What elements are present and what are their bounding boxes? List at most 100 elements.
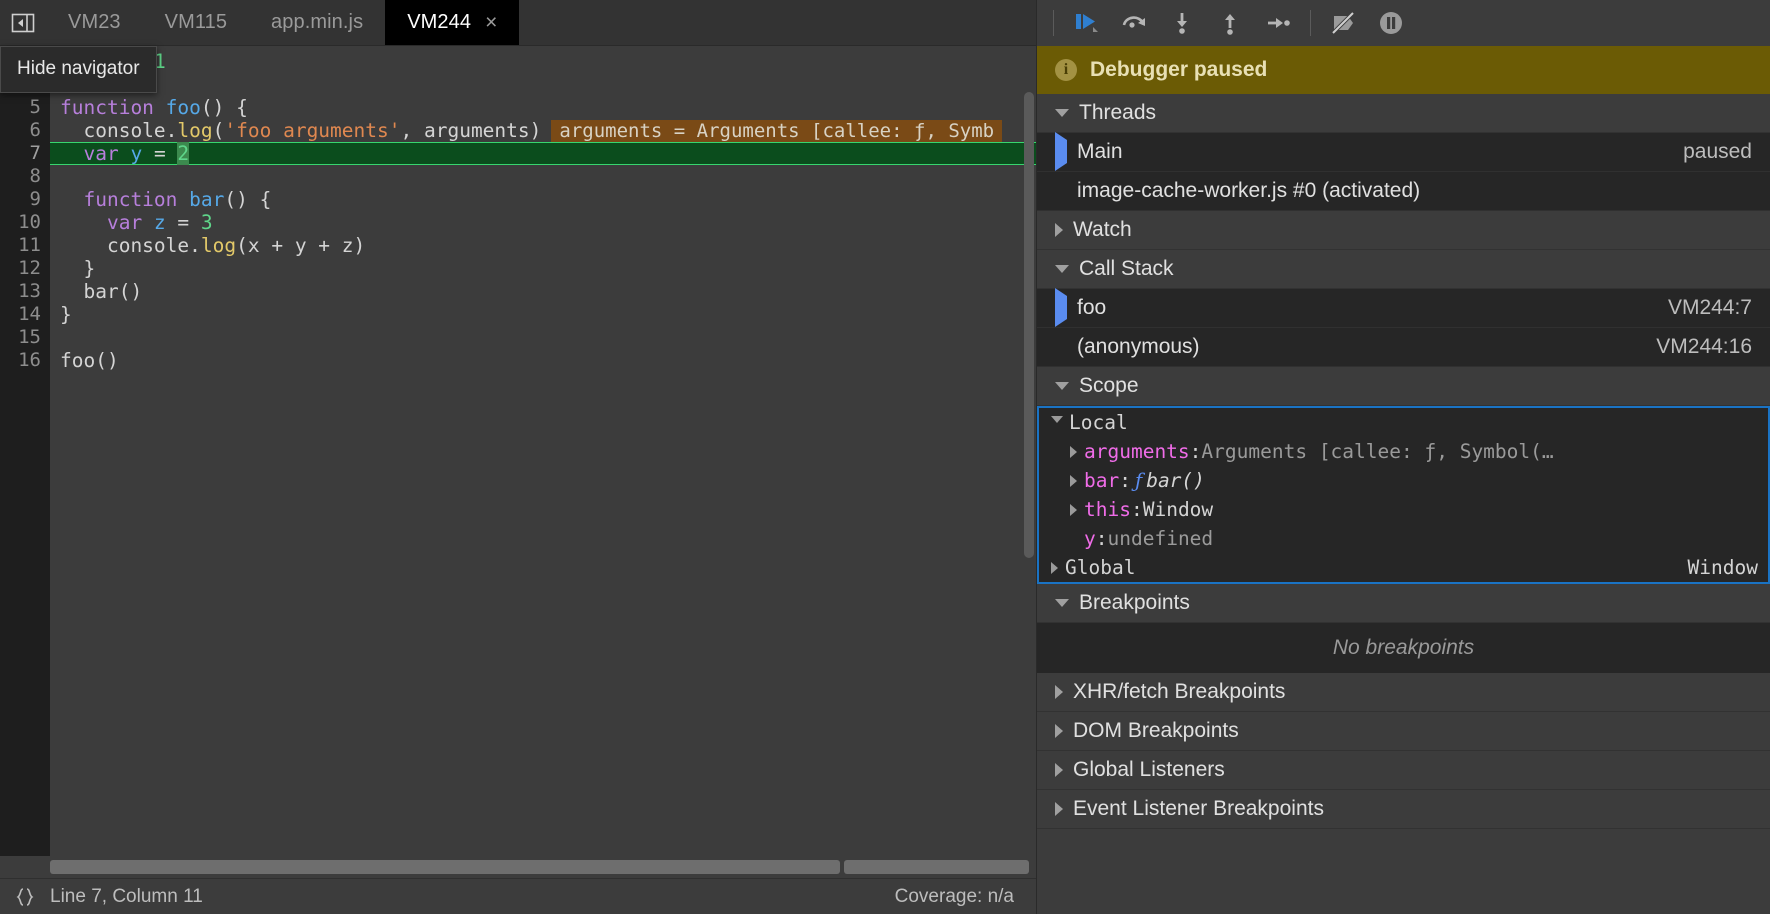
section-header-dom-breakpoints[interactable]: DOM Breakpoints (1037, 712, 1770, 751)
chevron-right-icon[interactable] (1070, 446, 1077, 458)
call-stack-frame-anonymous[interactable]: (anonymous) VM244:16 (1037, 328, 1770, 367)
scope-tree: Local arguments: Arguments [callee: ƒ, S… (1037, 406, 1770, 584)
inline-value-hint[interactable]: arguments = Arguments [callee: ƒ, Symb (551, 120, 1002, 143)
property-value: Window (1143, 498, 1213, 521)
section-header-threads[interactable]: Threads (1037, 94, 1770, 133)
source-tab-vm115[interactable]: VM115 (143, 0, 249, 45)
frame-name: (anonymous) (1077, 335, 1200, 359)
token-call: bar() (60, 280, 142, 303)
code-line-12: } (50, 257, 1036, 280)
section-header-watch[interactable]: Watch (1037, 211, 1770, 250)
section-title: Event Listener Breakpoints (1073, 797, 1324, 821)
line-number[interactable]: 8 (0, 165, 50, 188)
chevron-right-icon (1055, 763, 1063, 777)
sources-editor-pane: VM23 VM115 app.min.js VM244 × Hide navig… (0, 0, 1036, 914)
step-over-icon[interactable] (1110, 0, 1158, 46)
code-line-7-execution: var y = 2 (50, 142, 1036, 165)
section-title: Threads (1079, 101, 1156, 125)
property-name: arguments (1084, 440, 1190, 463)
section-header-call-stack[interactable]: Call Stack (1037, 250, 1770, 289)
chevron-right-icon[interactable] (1070, 475, 1077, 487)
thread-item-main[interactable]: Main paused (1037, 133, 1770, 172)
token-object: console. (60, 119, 177, 142)
chevron-right-icon (1055, 802, 1063, 816)
pause-on-exceptions-icon[interactable] (1367, 0, 1415, 46)
property-name: this (1084, 498, 1131, 521)
code-line-4 (50, 73, 1036, 96)
line-number[interactable]: 5 (0, 96, 50, 119)
source-tab-vm244[interactable]: VM244 × (385, 0, 519, 45)
line-number[interactable]: 6 (0, 119, 50, 142)
scope-property-arguments[interactable]: arguments: Arguments [callee: ƒ, Symbol(… (1039, 437, 1768, 466)
token-call: foo() (60, 349, 119, 372)
line-number[interactable]: 10 (0, 211, 50, 234)
code-editor[interactable]: 3 4 5 6 7 8 9 10 11 12 13 14 15 16 var x… (0, 46, 1036, 856)
source-tab-bar: VM23 VM115 app.min.js VM244 × (0, 0, 1036, 46)
hide-navigator-icon[interactable] (0, 0, 46, 45)
scope-property-this[interactable]: this: Window (1039, 495, 1768, 524)
scrollbar-thumb-secondary[interactable] (844, 860, 1029, 874)
debugger-sections: Threads Main paused image-cache-worker.j… (1037, 94, 1770, 914)
property-name: bar (1084, 469, 1119, 492)
section-header-event-listener-breakpoints[interactable]: Event Listener Breakpoints (1037, 790, 1770, 829)
property-value: bar() (1146, 469, 1205, 492)
token-punctuation: () { (201, 96, 248, 119)
code-line-3: var x = 1 (50, 50, 1036, 73)
scope-property-bar[interactable]: bar: ƒbar() (1039, 466, 1768, 495)
line-number[interactable]: 9 (0, 188, 50, 211)
source-tab-vm23[interactable]: VM23 (46, 0, 143, 45)
chevron-right-icon[interactable] (1051, 562, 1058, 574)
call-stack-frame-foo[interactable]: foo VM244:7 (1037, 289, 1770, 328)
line-number-current[interactable]: 7 (0, 142, 50, 165)
step-into-icon[interactable] (1158, 0, 1206, 46)
thread-item-worker[interactable]: image-cache-worker.js #0 (activated) (1037, 172, 1770, 211)
scope-global-header[interactable]: Global Window (1039, 553, 1768, 582)
breakpoints-empty-state: No breakpoints (1037, 623, 1770, 673)
scope-property-y[interactable]: y: undefined (1039, 524, 1768, 553)
line-number[interactable]: 14 (0, 303, 50, 326)
cursor-position: Line 7, Column 11 (50, 886, 203, 908)
tab-label: VM244 (407, 11, 471, 34)
function-glyph-icon: ƒ (1131, 469, 1146, 492)
token-keyword: function (60, 96, 154, 119)
section-header-breakpoints[interactable]: Breakpoints (1037, 584, 1770, 623)
line-number[interactable]: 11 (0, 234, 50, 257)
token-function-name: bar (177, 188, 224, 211)
section-title: Call Stack (1079, 257, 1174, 281)
step-icon[interactable] (1254, 0, 1302, 46)
scope-local-header[interactable]: Local (1039, 408, 1768, 437)
resume-icon[interactable] (1062, 0, 1110, 46)
chevron-down-icon (1051, 416, 1063, 429)
token-method: log (177, 119, 212, 142)
frame-name: foo (1077, 296, 1106, 320)
code-content[interactable]: var x = 1 function foo() { console.log('… (50, 46, 1036, 856)
frame-location: VM244:16 (1656, 335, 1770, 359)
token-punctuation: } (60, 303, 72, 326)
format-braces-icon[interactable] (0, 886, 50, 908)
token-keyword: var (60, 142, 119, 165)
step-out-icon[interactable] (1206, 0, 1254, 46)
section-header-global-listeners[interactable]: Global Listeners (1037, 751, 1770, 790)
code-line-16: foo() (50, 349, 1036, 372)
source-tab-app-min-js[interactable]: app.min.js (249, 0, 385, 45)
token-number-cursor: 2 (177, 142, 189, 165)
section-title: Breakpoints (1079, 591, 1190, 615)
line-number[interactable]: 16 (0, 349, 50, 372)
frame-location: VM244:7 (1668, 296, 1770, 320)
scrollbar-thumb-main[interactable] (50, 860, 840, 874)
section-header-xhr-fetch-breakpoints[interactable]: XHR/fetch Breakpoints (1037, 673, 1770, 712)
line-number[interactable]: 12 (0, 257, 50, 280)
section-header-scope[interactable]: Scope (1037, 367, 1770, 406)
scrollbar-thumb[interactable] (1024, 92, 1034, 558)
token-identifier: z (142, 211, 177, 234)
line-number[interactable]: 13 (0, 280, 50, 303)
property-value: Arguments [callee: ƒ, Symbol(… (1201, 440, 1553, 463)
editor-horizontal-scrollbar[interactable] (0, 856, 1036, 878)
chevron-right-icon[interactable] (1070, 504, 1077, 516)
token-punctuation: } (60, 257, 95, 280)
close-icon[interactable]: × (485, 12, 497, 33)
chevron-down-icon (1055, 382, 1069, 390)
deactivate-breakpoints-icon[interactable] (1319, 0, 1367, 46)
line-number[interactable]: 15 (0, 326, 50, 349)
editor-vertical-scrollbar[interactable] (1022, 92, 1036, 572)
